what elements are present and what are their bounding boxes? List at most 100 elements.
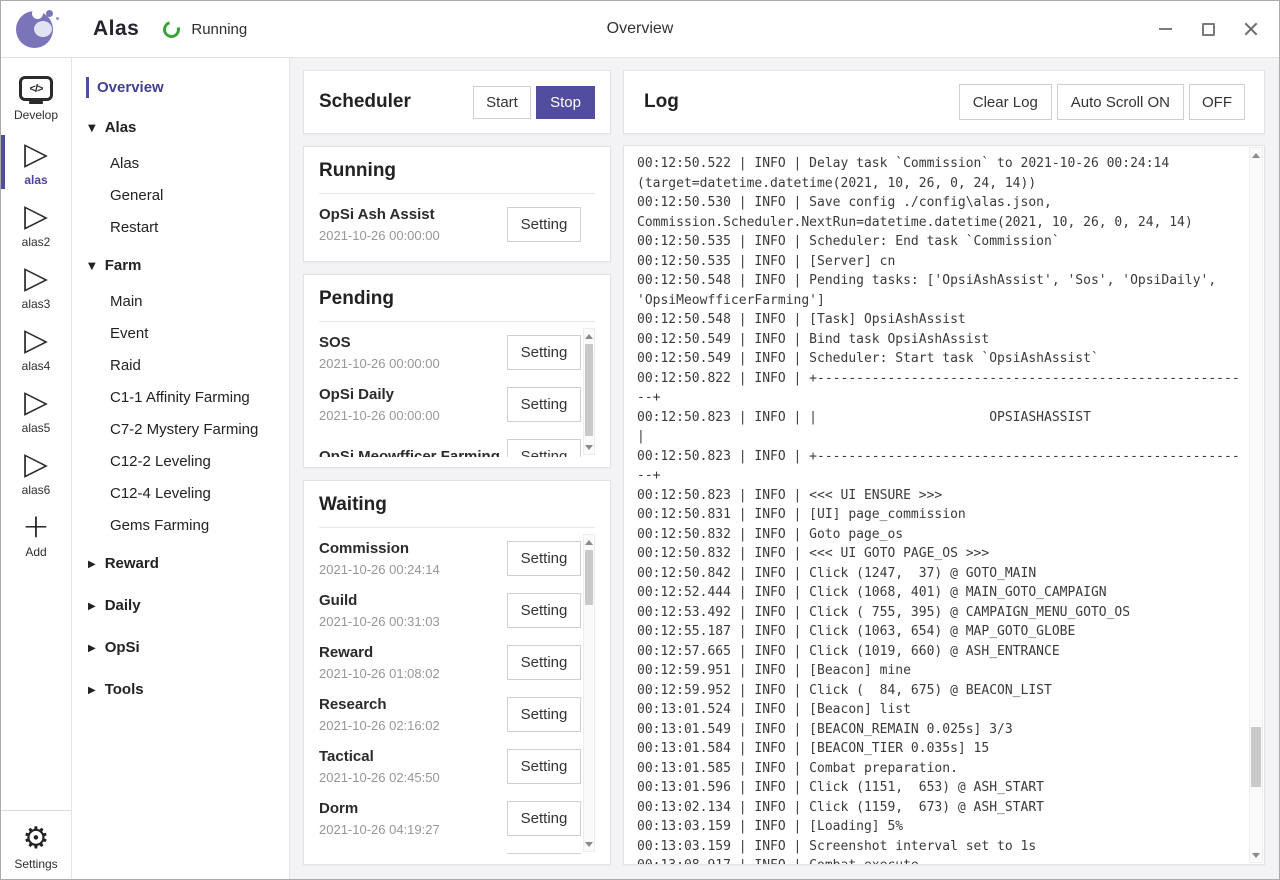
nav-item-c12-4-leveling[interactable]: C12-4 Leveling bbox=[72, 477, 289, 509]
setting-button[interactable]: Setting bbox=[507, 207, 581, 242]
log-line: 00:12:59.951 | INFO | [Beacon] mine bbox=[637, 661, 1244, 681]
nav-item-main[interactable]: Main bbox=[72, 285, 289, 317]
rail-item-alas4[interactable]: ▷ alas4 bbox=[1, 317, 71, 379]
scroll-down-icon[interactable] bbox=[584, 441, 594, 453]
scroll-down-icon[interactable] bbox=[584, 838, 594, 850]
log-line: 00:13:02.134 | INFO | Click (1159, 673) … bbox=[637, 798, 1244, 818]
rail-item-develop[interactable]: </> Develop bbox=[1, 66, 71, 131]
nav-item-overview[interactable]: Overview bbox=[72, 70, 289, 105]
nav-group-daily[interactable]: Daily bbox=[72, 586, 289, 625]
setting-button[interactable]: Setting bbox=[507, 749, 581, 784]
log-line: 00:13:01.585 | INFO | Combat preparation… bbox=[637, 759, 1244, 779]
log-panel: 00:12:50.522 | INFO | Delay task `Commis… bbox=[623, 145, 1265, 865]
task-next-run-time: 2021-10-26 02:16:02 bbox=[319, 716, 507, 736]
setting-button[interactable]: Setting bbox=[507, 697, 581, 732]
log-line: 00:12:50.832 | INFO | Goto page_os bbox=[637, 525, 1244, 545]
nav-group-farm[interactable]: Farm bbox=[72, 246, 289, 285]
setting-button[interactable]: Setting bbox=[507, 439, 581, 458]
rail-item-alas3[interactable]: ▷ alas3 bbox=[1, 255, 71, 317]
scrollbar-thumb[interactable] bbox=[585, 550, 593, 605]
task-name: Research bbox=[319, 694, 507, 716]
log-line: 00:13:01.524 | INFO | [Beacon] list bbox=[637, 700, 1244, 720]
app-window: Alas Running Overview </> Develop ▷ alas… bbox=[0, 0, 1280, 880]
task-name: OpSi Ash Assist bbox=[319, 204, 507, 226]
close-button[interactable] bbox=[1243, 21, 1259, 37]
rail-item-add[interactable]: + Add bbox=[1, 503, 71, 565]
nav-group-opsi[interactable]: OpSi bbox=[72, 628, 289, 667]
rail-item-settings[interactable]: ⚙ Settings bbox=[1, 810, 71, 879]
log-line: 00:12:50.548 | INFO | [Task] OpsiAshAssi… bbox=[637, 310, 1244, 330]
clear-log-button[interactable]: Clear Log bbox=[959, 84, 1052, 120]
start-button[interactable]: Start bbox=[473, 86, 531, 119]
nav-item-c12-2-leveling[interactable]: C12-2 Leveling bbox=[72, 445, 289, 477]
nav-item-general[interactable]: General bbox=[72, 179, 289, 211]
play-icon: ▷ bbox=[24, 448, 48, 480]
log-line: 00:13:03.159 | INFO | [Loading] 5% bbox=[637, 817, 1244, 837]
nav-group-alas[interactable]: Alas bbox=[72, 108, 289, 147]
nav-item-alas[interactable]: Alas bbox=[72, 147, 289, 179]
task-row: Research 2021-10-26 02:16:02 Setting bbox=[319, 688, 581, 740]
setting-button[interactable]: Setting bbox=[507, 541, 581, 576]
nav-item-raid[interactable]: Raid bbox=[72, 349, 289, 381]
scroll-up-icon[interactable] bbox=[584, 330, 594, 342]
waiting-task-list: Commission 2021-10-26 00:24:14 Setting G… bbox=[319, 532, 595, 854]
task-next-run-time: 2021-10-26 00:00:00 bbox=[319, 406, 507, 426]
auto-scroll-off-button[interactable]: OFF bbox=[1189, 84, 1245, 120]
scroll-up-icon[interactable] bbox=[1250, 149, 1262, 161]
log-line: 00:12:59.952 | INFO | Click ( 84, 675) @… bbox=[637, 681, 1244, 701]
log-line: 00:12:52.444 | INFO | Click (1068, 401) … bbox=[637, 583, 1244, 603]
nav-item-c7-2-mystery-farming[interactable]: C7-2 Mystery Farming bbox=[72, 413, 289, 445]
setting-button[interactable]: Setting bbox=[507, 335, 581, 370]
scrollbar-thumb[interactable] bbox=[585, 344, 593, 436]
titlebar: Alas Running Overview bbox=[1, 1, 1279, 58]
rail-item-alas[interactable]: ▷ alas bbox=[1, 131, 71, 193]
nav-item-event[interactable]: Event bbox=[72, 317, 289, 349]
log-line: 00:12:50.549 | INFO | Scheduler: Start t… bbox=[637, 349, 1244, 369]
task-name: Dorm bbox=[319, 798, 507, 820]
scheduler-header-panel: Scheduler Start Stop bbox=[303, 70, 611, 134]
nav-item-gems-farming[interactable]: Gems Farming bbox=[72, 509, 289, 541]
pending-title: Pending bbox=[319, 288, 595, 310]
running-panel: Running OpSi Ash Assist 2021-10-26 00:00… bbox=[303, 146, 611, 262]
log-line: 00:13:01.584 | INFO | [BEACON_TIER 0.035… bbox=[637, 739, 1244, 759]
play-icon: ▷ bbox=[24, 324, 48, 356]
play-icon: ▷ bbox=[24, 262, 48, 294]
log-scrollbar[interactable] bbox=[1249, 147, 1263, 863]
setting-button[interactable]: Setting bbox=[507, 387, 581, 422]
task-row: OpSi Daily 2021-10-26 00:00:00 Setting bbox=[319, 378, 581, 430]
log-line: 00:12:53.492 | INFO | Click ( 755, 395) … bbox=[637, 603, 1244, 623]
setting-button[interactable]: Setting bbox=[507, 853, 581, 855]
maximize-button[interactable] bbox=[1200, 21, 1216, 37]
log-output[interactable]: 00:12:50.522 | INFO | Delay task `Commis… bbox=[624, 146, 1248, 864]
rail-item-alas2[interactable]: ▷ alas2 bbox=[1, 193, 71, 255]
scroll-up-icon[interactable] bbox=[584, 536, 594, 548]
log-line: 00:13:01.596 | INFO | Click (1151, 653) … bbox=[637, 778, 1244, 798]
app-title: Alas bbox=[93, 17, 139, 41]
scheduler-column: Scheduler Start Stop Running bbox=[303, 70, 611, 865]
task-next-run-time: 2021-10-26 00:00:00 bbox=[319, 354, 507, 374]
scheduler-status: Running bbox=[191, 21, 247, 38]
rail-item-alas5[interactable]: ▷ alas5 bbox=[1, 379, 71, 441]
nav-sidebar: Overview Alas Alas General Restart Farm … bbox=[72, 58, 290, 879]
nav-group-tools[interactable]: Tools bbox=[72, 670, 289, 709]
log-line: 00:12:50.822 | INFO | +-----------------… bbox=[637, 369, 1244, 408]
scroll-down-icon[interactable] bbox=[1250, 849, 1262, 861]
stop-button[interactable]: Stop bbox=[536, 86, 595, 119]
log-line: 00:12:50.831 | INFO | [UI] page_commissi… bbox=[637, 505, 1244, 525]
waiting-scrollbar[interactable] bbox=[583, 534, 595, 852]
setting-button[interactable]: Setting bbox=[507, 645, 581, 680]
nav-item-c1-1-affinity-farming[interactable]: C1-1 Affinity Farming bbox=[72, 381, 289, 413]
setting-button[interactable]: Setting bbox=[507, 801, 581, 836]
scrollbar-thumb[interactable] bbox=[1251, 727, 1261, 787]
minimize-button[interactable] bbox=[1157, 21, 1173, 37]
task-next-run-time: 2021-10-26 04:19:27 bbox=[319, 820, 507, 840]
nav-item-restart[interactable]: Restart bbox=[72, 211, 289, 243]
log-title: Log bbox=[644, 91, 679, 113]
instance-rail: </> Develop ▷ alas ▷ alas2 ▷ alas3 ▷ ala… bbox=[1, 58, 72, 879]
nav-group-reward[interactable]: Reward bbox=[72, 544, 289, 583]
pending-scrollbar[interactable] bbox=[583, 328, 595, 455]
auto-scroll-on-button[interactable]: Auto Scroll ON bbox=[1057, 84, 1184, 120]
setting-button[interactable]: Setting bbox=[507, 593, 581, 628]
log-line: 00:12:50.549 | INFO | Bind task OpsiAshA… bbox=[637, 330, 1244, 350]
rail-item-alas6[interactable]: ▷ alas6 bbox=[1, 441, 71, 503]
